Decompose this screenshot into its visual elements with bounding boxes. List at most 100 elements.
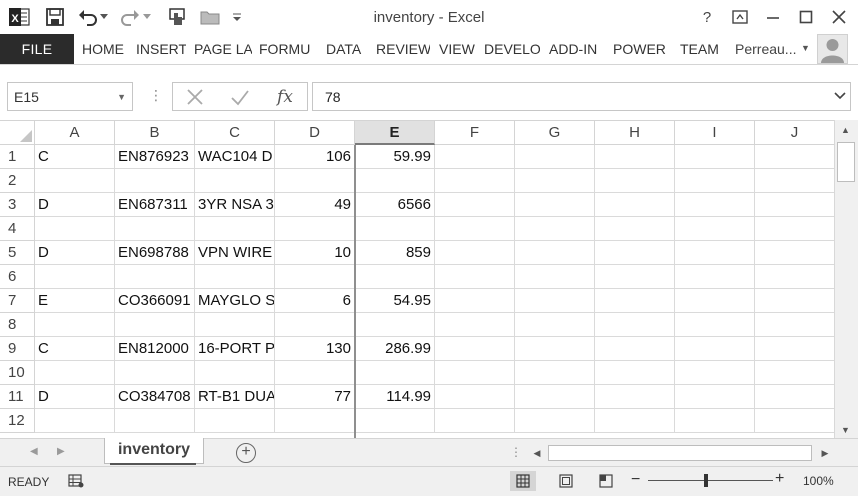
cell-f11[interactable] xyxy=(435,385,515,409)
tab-team[interactable]: TEAM xyxy=(680,34,724,64)
zoom-level[interactable]: 100% xyxy=(803,474,834,488)
tab-split-grip-icon[interactable]: ⋮ xyxy=(510,445,522,459)
excel-logo-icon[interactable]: X xyxy=(8,6,30,28)
cell-e9[interactable]: 286.99 xyxy=(355,337,435,361)
cancel-entry-icon[interactable] xyxy=(183,87,207,107)
cell-g5[interactable] xyxy=(515,241,595,265)
open-folder-icon[interactable] xyxy=(199,6,221,28)
tab-review[interactable]: REVIEW xyxy=(376,34,430,64)
cell-g2[interactable] xyxy=(515,169,595,193)
cell-c3[interactable]: 3YR NSA 3 xyxy=(195,193,275,217)
cell-h11[interactable] xyxy=(595,385,675,409)
page-layout-view-icon[interactable] xyxy=(553,471,579,491)
column-header-h[interactable]: H xyxy=(595,121,675,145)
cell-b7[interactable]: CO366091 xyxy=(115,289,195,313)
cell-d12[interactable] xyxy=(275,409,355,433)
cell-f2[interactable] xyxy=(435,169,515,193)
tab-view[interactable]: VIEW xyxy=(439,34,477,64)
cell-e6[interactable] xyxy=(355,265,435,289)
scroll-down-icon[interactable]: ▼ xyxy=(841,425,850,435)
cell-c5[interactable]: VPN WIRE xyxy=(195,241,275,265)
cell-e12[interactable] xyxy=(355,409,435,433)
zoom-out-button[interactable]: − xyxy=(631,471,640,489)
horizontal-scrollbar[interactable]: ◀ ▶ xyxy=(530,444,834,462)
cell-b11[interactable]: CO384708 xyxy=(115,385,195,409)
zoom-in-button[interactable]: + xyxy=(775,470,784,488)
row-header[interactable]: 2 xyxy=(0,169,35,193)
cell-f4[interactable] xyxy=(435,217,515,241)
cell-c12[interactable] xyxy=(195,409,275,433)
confirm-entry-icon[interactable] xyxy=(228,87,252,107)
cell-f5[interactable] xyxy=(435,241,515,265)
cell-b6[interactable] xyxy=(115,265,195,289)
row-header[interactable]: 1 xyxy=(0,145,35,169)
tab-page-layout[interactable]: PAGE LA xyxy=(194,34,252,64)
cell-g6[interactable] xyxy=(515,265,595,289)
scroll-left-icon[interactable]: ◀ xyxy=(530,444,544,462)
column-header-b[interactable]: B xyxy=(115,121,195,145)
next-sheet-icon[interactable]: ▶ xyxy=(57,446,65,457)
touch-mode-icon[interactable] xyxy=(166,6,188,28)
cell-b1[interactable]: EN876923 xyxy=(115,145,195,169)
cell-b3[interactable]: EN687311 xyxy=(115,193,195,217)
zoom-slider-thumb[interactable] xyxy=(703,474,708,487)
name-box-dropdown-icon[interactable]: ▼ xyxy=(117,92,126,102)
cell-d9[interactable]: 130 xyxy=(275,337,355,361)
cell-e4[interactable] xyxy=(355,217,435,241)
cell-c7[interactable]: MAYGLO S xyxy=(195,289,275,313)
row-header[interactable]: 12 xyxy=(0,409,35,433)
cell-j4[interactable] xyxy=(755,217,834,241)
cell-d2[interactable] xyxy=(275,169,355,193)
tab-insert[interactable]: INSERT xyxy=(136,34,186,64)
cell-f10[interactable] xyxy=(435,361,515,385)
cell-c1[interactable]: WAC104 D xyxy=(195,145,275,169)
cell-h7[interactable] xyxy=(595,289,675,313)
scroll-right-icon[interactable]: ▶ xyxy=(818,444,832,462)
cell-b2[interactable] xyxy=(115,169,195,193)
page-break-preview-icon[interactable] xyxy=(593,471,619,491)
row-header[interactable]: 3 xyxy=(0,193,35,217)
cell-h4[interactable] xyxy=(595,217,675,241)
cell-b12[interactable] xyxy=(115,409,195,433)
cell-e3[interactable]: 6566 xyxy=(355,193,435,217)
tab-home[interactable]: HOME xyxy=(82,34,128,64)
cell-i9[interactable] xyxy=(675,337,755,361)
cell-d7[interactable]: 6 xyxy=(275,289,355,313)
row-header[interactable]: 7 xyxy=(0,289,35,313)
tab-add-ins[interactable]: ADD-IN xyxy=(549,34,605,64)
cell-j6[interactable] xyxy=(755,265,834,289)
redo-icon[interactable] xyxy=(119,6,141,28)
file-tab[interactable]: FILE xyxy=(0,34,74,64)
worksheet-grid[interactable]: ABCDEFGHIJ 1 C EN876923 WAC104 D 106 59.99 2 3 D… xyxy=(0,120,834,438)
vertical-scrollbar[interactable]: ▲ ▼ xyxy=(834,120,858,438)
formula-bar-grip-icon[interactable]: ⋮ xyxy=(149,87,163,104)
cell-j7[interactable] xyxy=(755,289,834,313)
vertical-scroll-thumb[interactable] xyxy=(837,142,855,182)
cell-i11[interactable] xyxy=(675,385,755,409)
tab-formulas[interactable]: FORMU xyxy=(259,34,313,64)
cell-a4[interactable] xyxy=(35,217,115,241)
cell-h9[interactable] xyxy=(595,337,675,361)
horizontal-scroll-thumb[interactable] xyxy=(548,445,812,461)
user-name[interactable]: Perreau... xyxy=(735,34,796,64)
select-all-corner[interactable] xyxy=(0,121,35,145)
close-icon[interactable] xyxy=(828,6,850,28)
insert-function-icon[interactable]: fx xyxy=(273,87,297,107)
cell-h6[interactable] xyxy=(595,265,675,289)
customize-qat-icon[interactable] xyxy=(230,6,244,28)
new-sheet-button[interactable]: + xyxy=(236,443,256,463)
cell-a6[interactable] xyxy=(35,265,115,289)
save-icon[interactable] xyxy=(44,6,66,28)
cell-d1[interactable]: 106 xyxy=(275,145,355,169)
row-header[interactable]: 9 xyxy=(0,337,35,361)
cell-a11[interactable]: D xyxy=(35,385,115,409)
cell-a5[interactable]: D xyxy=(35,241,115,265)
cell-j12[interactable] xyxy=(755,409,834,433)
column-header-i[interactable]: I xyxy=(675,121,755,145)
cell-c2[interactable] xyxy=(195,169,275,193)
cell-a1[interactable]: C xyxy=(35,145,115,169)
undo-icon[interactable] xyxy=(77,6,99,28)
cell-i6[interactable] xyxy=(675,265,755,289)
formula-input[interactable]: 78 xyxy=(312,82,851,111)
ribbon-display-options-icon[interactable] xyxy=(729,6,751,28)
